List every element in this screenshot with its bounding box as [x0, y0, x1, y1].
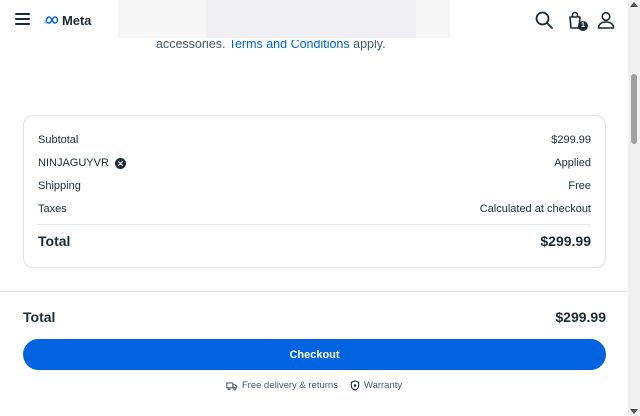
search-button[interactable]: [533, 9, 555, 31]
order-summary-card: Subtotal $299.99 NINJAGUYVR Applied Ship…: [23, 115, 606, 268]
meta-logo[interactable]: Meta: [44, 11, 91, 29]
checkout-total-value: $299.99: [555, 309, 606, 325]
menu-button[interactable]: [14, 10, 32, 28]
taxes-row: Taxes Calculated at checkout: [38, 201, 591, 217]
scroll-down-arrow-icon[interactable]: [630, 409, 638, 414]
subtotal-row: Subtotal $299.99: [38, 132, 591, 148]
subtotal-label: Subtotal: [38, 134, 79, 146]
checkout-total-label: Total: [23, 309, 56, 325]
checkout-button[interactable]: Checkout: [23, 339, 606, 370]
site-header: Meta 1: [0, 0, 628, 40]
shipping-row: Shipping Free: [38, 178, 591, 194]
shipping-label: Shipping: [38, 180, 81, 192]
perk-label: Free delivery & returns: [241, 380, 338, 391]
meta-infinity-icon: [45, 16, 59, 24]
summary-divider: [38, 224, 591, 225]
page-scrollbar[interactable]: [628, 0, 640, 416]
checkout-section-divider: [0, 291, 628, 292]
product-image-strip: [118, 0, 450, 38]
shield-icon: [350, 380, 360, 391]
product-image-fragment: [206, 0, 416, 38]
scroll-thumb[interactable]: [631, 74, 637, 144]
promo-row: NINJAGUYVR Applied: [38, 155, 591, 171]
taxes-value: Calculated at checkout: [479, 203, 591, 215]
perk-label: Warranty: [363, 380, 403, 391]
close-circle-icon[interactable]: [114, 157, 126, 169]
menu-line: [15, 18, 30, 20]
logo-text: Meta: [62, 12, 92, 28]
menu-line: [15, 13, 30, 15]
taxes-label: Taxes: [38, 203, 67, 215]
shipping-value: Free: [568, 180, 591, 192]
summary-total-label: Total: [38, 233, 71, 249]
cart-button[interactable]: 1: [564, 9, 588, 31]
scroll-up-arrow-icon[interactable]: [630, 2, 638, 7]
user-icon: [597, 11, 615, 29]
search-icon: [535, 11, 553, 29]
cart-page: Meta 1 accessories. Terms and Conditions: [0, 0, 628, 416]
promo-status: Applied: [554, 157, 591, 169]
perk-warranty: Warranty: [350, 380, 402, 391]
subtotal-value: $299.99: [551, 134, 591, 146]
checkout-total-row: Total $299.99: [23, 309, 606, 325]
promo-code-wrap: NINJAGUYVR: [38, 157, 126, 169]
account-button[interactable]: [595, 9, 617, 31]
delivery-truck-icon: [226, 381, 238, 390]
cart-count-badge: 1: [578, 21, 588, 31]
perk-free-delivery: Free delivery & returns: [226, 380, 338, 391]
menu-line: [15, 23, 30, 25]
promo-code: NINJAGUYVR: [38, 157, 109, 169]
perks-row: Free delivery & returns Warranty: [0, 380, 628, 391]
summary-total-row: Total $299.99: [38, 233, 591, 249]
summary-total-value: $299.99: [540, 233, 591, 249]
